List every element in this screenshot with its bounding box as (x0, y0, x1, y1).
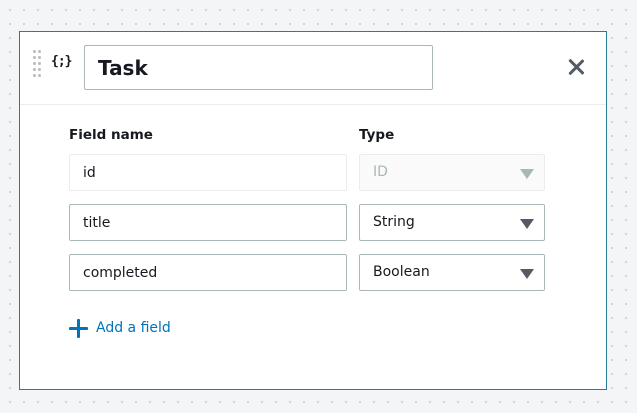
model-header: {;} (20, 32, 606, 105)
add-field-label: Add a field (96, 320, 171, 336)
model-card: {;} Field name Type ID String Boolean Ad… (19, 31, 607, 390)
field-type-select-title[interactable]: String (359, 204, 545, 241)
close-icon[interactable] (565, 56, 587, 78)
field-name-column-label: Field name (69, 127, 153, 143)
field-type-select-completed[interactable]: Boolean (359, 254, 545, 291)
field-name-input-completed[interactable] (69, 254, 347, 291)
plus-icon (69, 319, 88, 338)
model-name-input[interactable] (84, 45, 433, 90)
field-name-input-title[interactable] (69, 204, 347, 241)
field-type-value: Boolean (373, 264, 430, 280)
field-name-input-id (69, 154, 347, 191)
caret-down-icon (520, 219, 534, 229)
model-type-icon: {;} (51, 54, 73, 69)
drag-handle-icon[interactable] (33, 50, 43, 80)
caret-down-icon (520, 169, 534, 179)
type-column-label: Type (359, 127, 395, 143)
field-type-value: ID (373, 164, 388, 180)
field-type-value: String (373, 214, 415, 230)
field-type-select-id: ID (359, 154, 545, 191)
caret-down-icon (520, 269, 534, 279)
